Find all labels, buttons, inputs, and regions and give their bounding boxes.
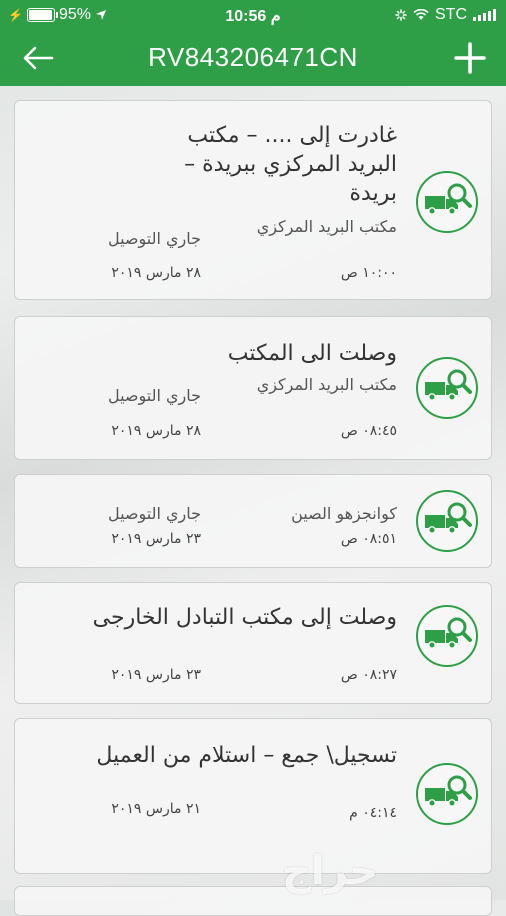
event-date: ٢٨ مارس ٢٠١٩ [111, 265, 201, 281]
event-office: مكتب البريد المركزي [256, 217, 397, 236]
event-office: مكتب البريد المركزي [256, 375, 397, 394]
delivery-status: جاري التوصيل [107, 504, 201, 523]
tracking-event-card[interactable]: وصلت إلى مكتب التبادل الخارجى ٠٨:٢٧ ص ٢٣… [14, 582, 492, 704]
delivery-status: جاري التوصيل [107, 229, 201, 248]
event-time: ٠٨:٢٧ ص [340, 667, 397, 683]
status-bar: ⚡ 95% 10:56 م STC [0, 0, 506, 30]
plus-icon [454, 42, 486, 74]
event-time: ٠٨:٤٥ ص [340, 423, 397, 439]
activity-spinner-icon [395, 9, 407, 21]
header-bar: RV843206471CN [0, 30, 506, 86]
truck-search-icon [416, 490, 478, 552]
signal-icon [473, 9, 496, 21]
event-office: كوانجزهو الصين [291, 504, 397, 523]
carrier-name: STC [435, 6, 467, 23]
event-status: تسجيل\ جمع – استلام من العميل [96, 743, 397, 768]
event-date: ٢٣ مارس ٢٠١٩ [111, 667, 201, 683]
page-title: RV843206471CN [148, 42, 358, 72]
tracking-event-card[interactable]: تسجيل\ جمع – استلام من العميل ٠٤:١٤ م ٢١… [14, 718, 492, 874]
wifi-icon [413, 9, 429, 20]
event-time: ٠٤:١٤ م [349, 805, 397, 821]
event-date: ٢٨ مارس ٢٠١٩ [111, 423, 201, 439]
tracking-event-card[interactable]: كوانجزهو الصين جاري التوصيل ٠٨:٥١ ص ٢٣ م… [14, 474, 492, 568]
event-time: ٠٨:٥١ ص [340, 531, 397, 547]
event-status: وصلت الى المكتب [227, 341, 397, 366]
event-date: ٢١ مارس ٢٠١٩ [111, 801, 201, 817]
truck-search-icon [416, 171, 478, 233]
tracking-event-card[interactable]: غادرت إلى .... – مكتب البريد المركزي ببر… [14, 100, 492, 300]
truck-search-icon [416, 605, 478, 667]
truck-search-icon [416, 763, 478, 825]
event-status: وصلت إلى مكتب التبادل الخارجى [92, 605, 397, 630]
add-button[interactable] [452, 40, 488, 76]
event-time: ١٠:٠٠ ص [340, 265, 397, 281]
event-status: غادرت إلى .... – مكتب البريد المركزي ببر… [184, 123, 397, 206]
tracking-event-card[interactable]: وصلت الى المكتب مكتب البريد المركزي جاري… [14, 316, 492, 460]
truck-search-icon [416, 357, 478, 419]
delivery-status: جاري التوصيل [107, 386, 201, 405]
watermark: حراج [282, 848, 379, 894]
network-group: STC [395, 6, 496, 24]
tracking-event-card-partial[interactable] [14, 886, 492, 916]
event-date: ٢٣ مارس ٢٠١٩ [111, 531, 201, 547]
